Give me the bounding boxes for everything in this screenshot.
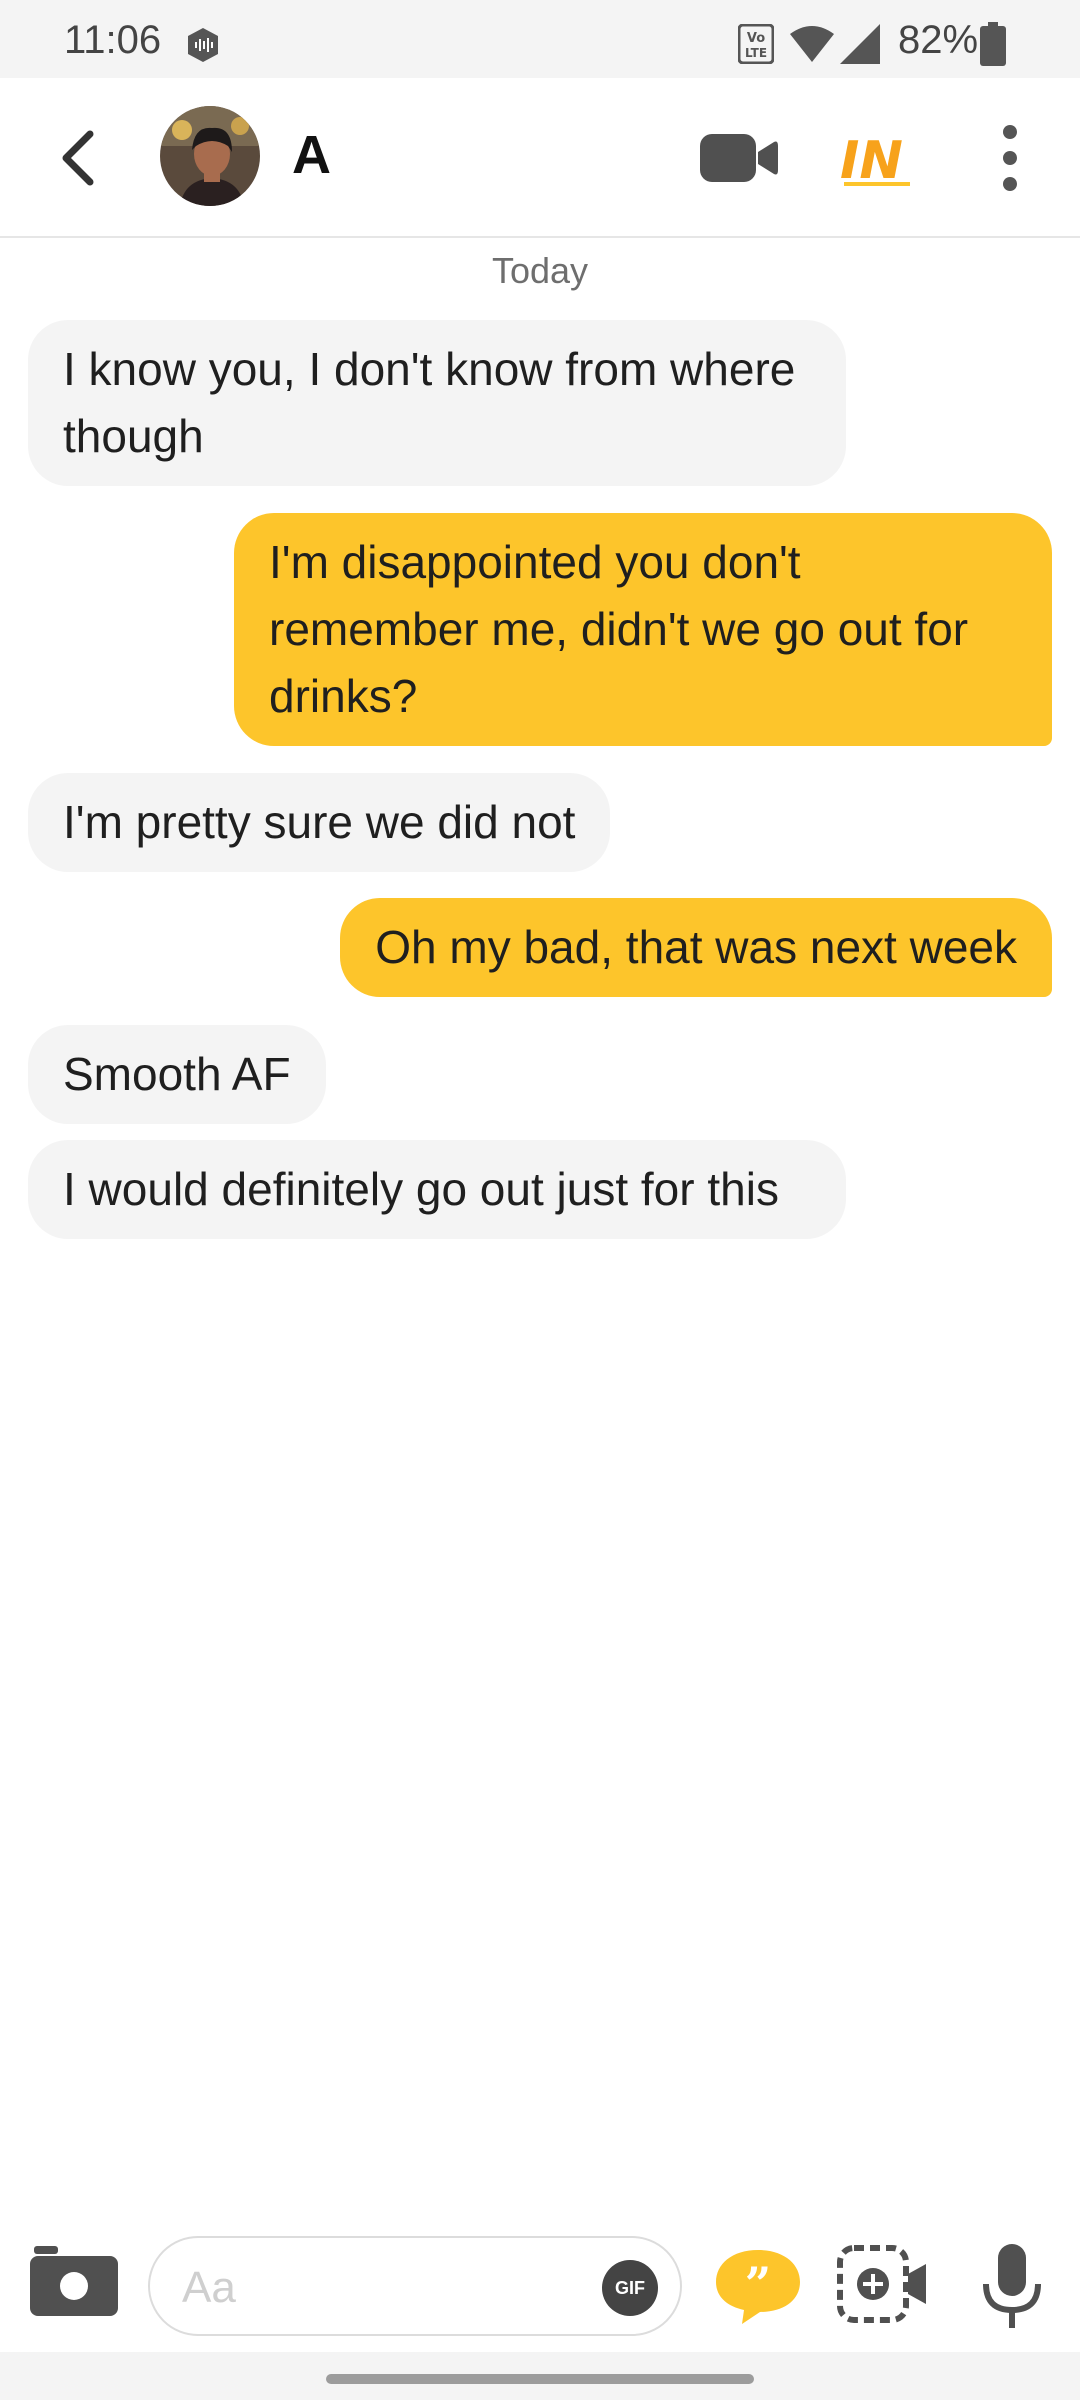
- back-arrow-icon[interactable]: [50, 126, 110, 190]
- message-input-container[interactable]: GIF: [148, 2236, 682, 2336]
- status-bar: 11:06 Vo LTE 82%: [0, 0, 1080, 78]
- more-vert-icon[interactable]: [990, 122, 1030, 194]
- avatar[interactable]: [160, 106, 260, 206]
- svg-text:Vo: Vo: [747, 31, 765, 46]
- gif-button[interactable]: GIF: [602, 2260, 658, 2316]
- battery-icon: [980, 22, 1006, 66]
- in-badge-icon[interactable]: IN: [836, 122, 918, 192]
- microphone-icon[interactable]: [980, 2244, 1044, 2330]
- svg-text:LTE: LTE: [745, 46, 767, 60]
- camera-icon[interactable]: [30, 2244, 118, 2316]
- wifi-icon: [790, 26, 834, 62]
- video-call-icon[interactable]: [700, 130, 780, 186]
- message-outgoing[interactable]: Oh my bad, that was next week: [340, 898, 1052, 997]
- podcast-app-icon: [188, 28, 218, 62]
- date-separator: Today: [491, 250, 589, 291]
- battery-percent: 82%: [898, 18, 979, 62]
- message-incoming[interactable]: I'm pretty sure we did not: [28, 773, 611, 872]
- message-outgoing[interactable]: I'm disappointed you don't remember me, …: [234, 513, 1052, 746]
- message-input[interactable]: [182, 2260, 562, 2316]
- home-gesture-handle[interactable]: [326, 2374, 754, 2384]
- svg-text:”: ”: [745, 2257, 771, 2311]
- message-incoming[interactable]: I would definitely go out just for this: [28, 1140, 846, 1239]
- message-incoming[interactable]: Smooth AF: [28, 1025, 326, 1124]
- volte-icon: Vo LTE: [738, 24, 774, 64]
- message-incoming[interactable]: I know you, I don't know from where thou…: [28, 320, 846, 486]
- chat-header: A IN: [0, 78, 1080, 238]
- contact-name[interactable]: A: [292, 124, 331, 186]
- status-time: 11:06: [64, 18, 162, 62]
- system-nav-bar: [0, 2352, 1080, 2400]
- quote-icon[interactable]: ”: [714, 2248, 802, 2324]
- media-add-icon[interactable]: [836, 2244, 930, 2324]
- message-composer: GIF ”: [0, 2200, 1080, 2350]
- signal-icon: [840, 24, 880, 64]
